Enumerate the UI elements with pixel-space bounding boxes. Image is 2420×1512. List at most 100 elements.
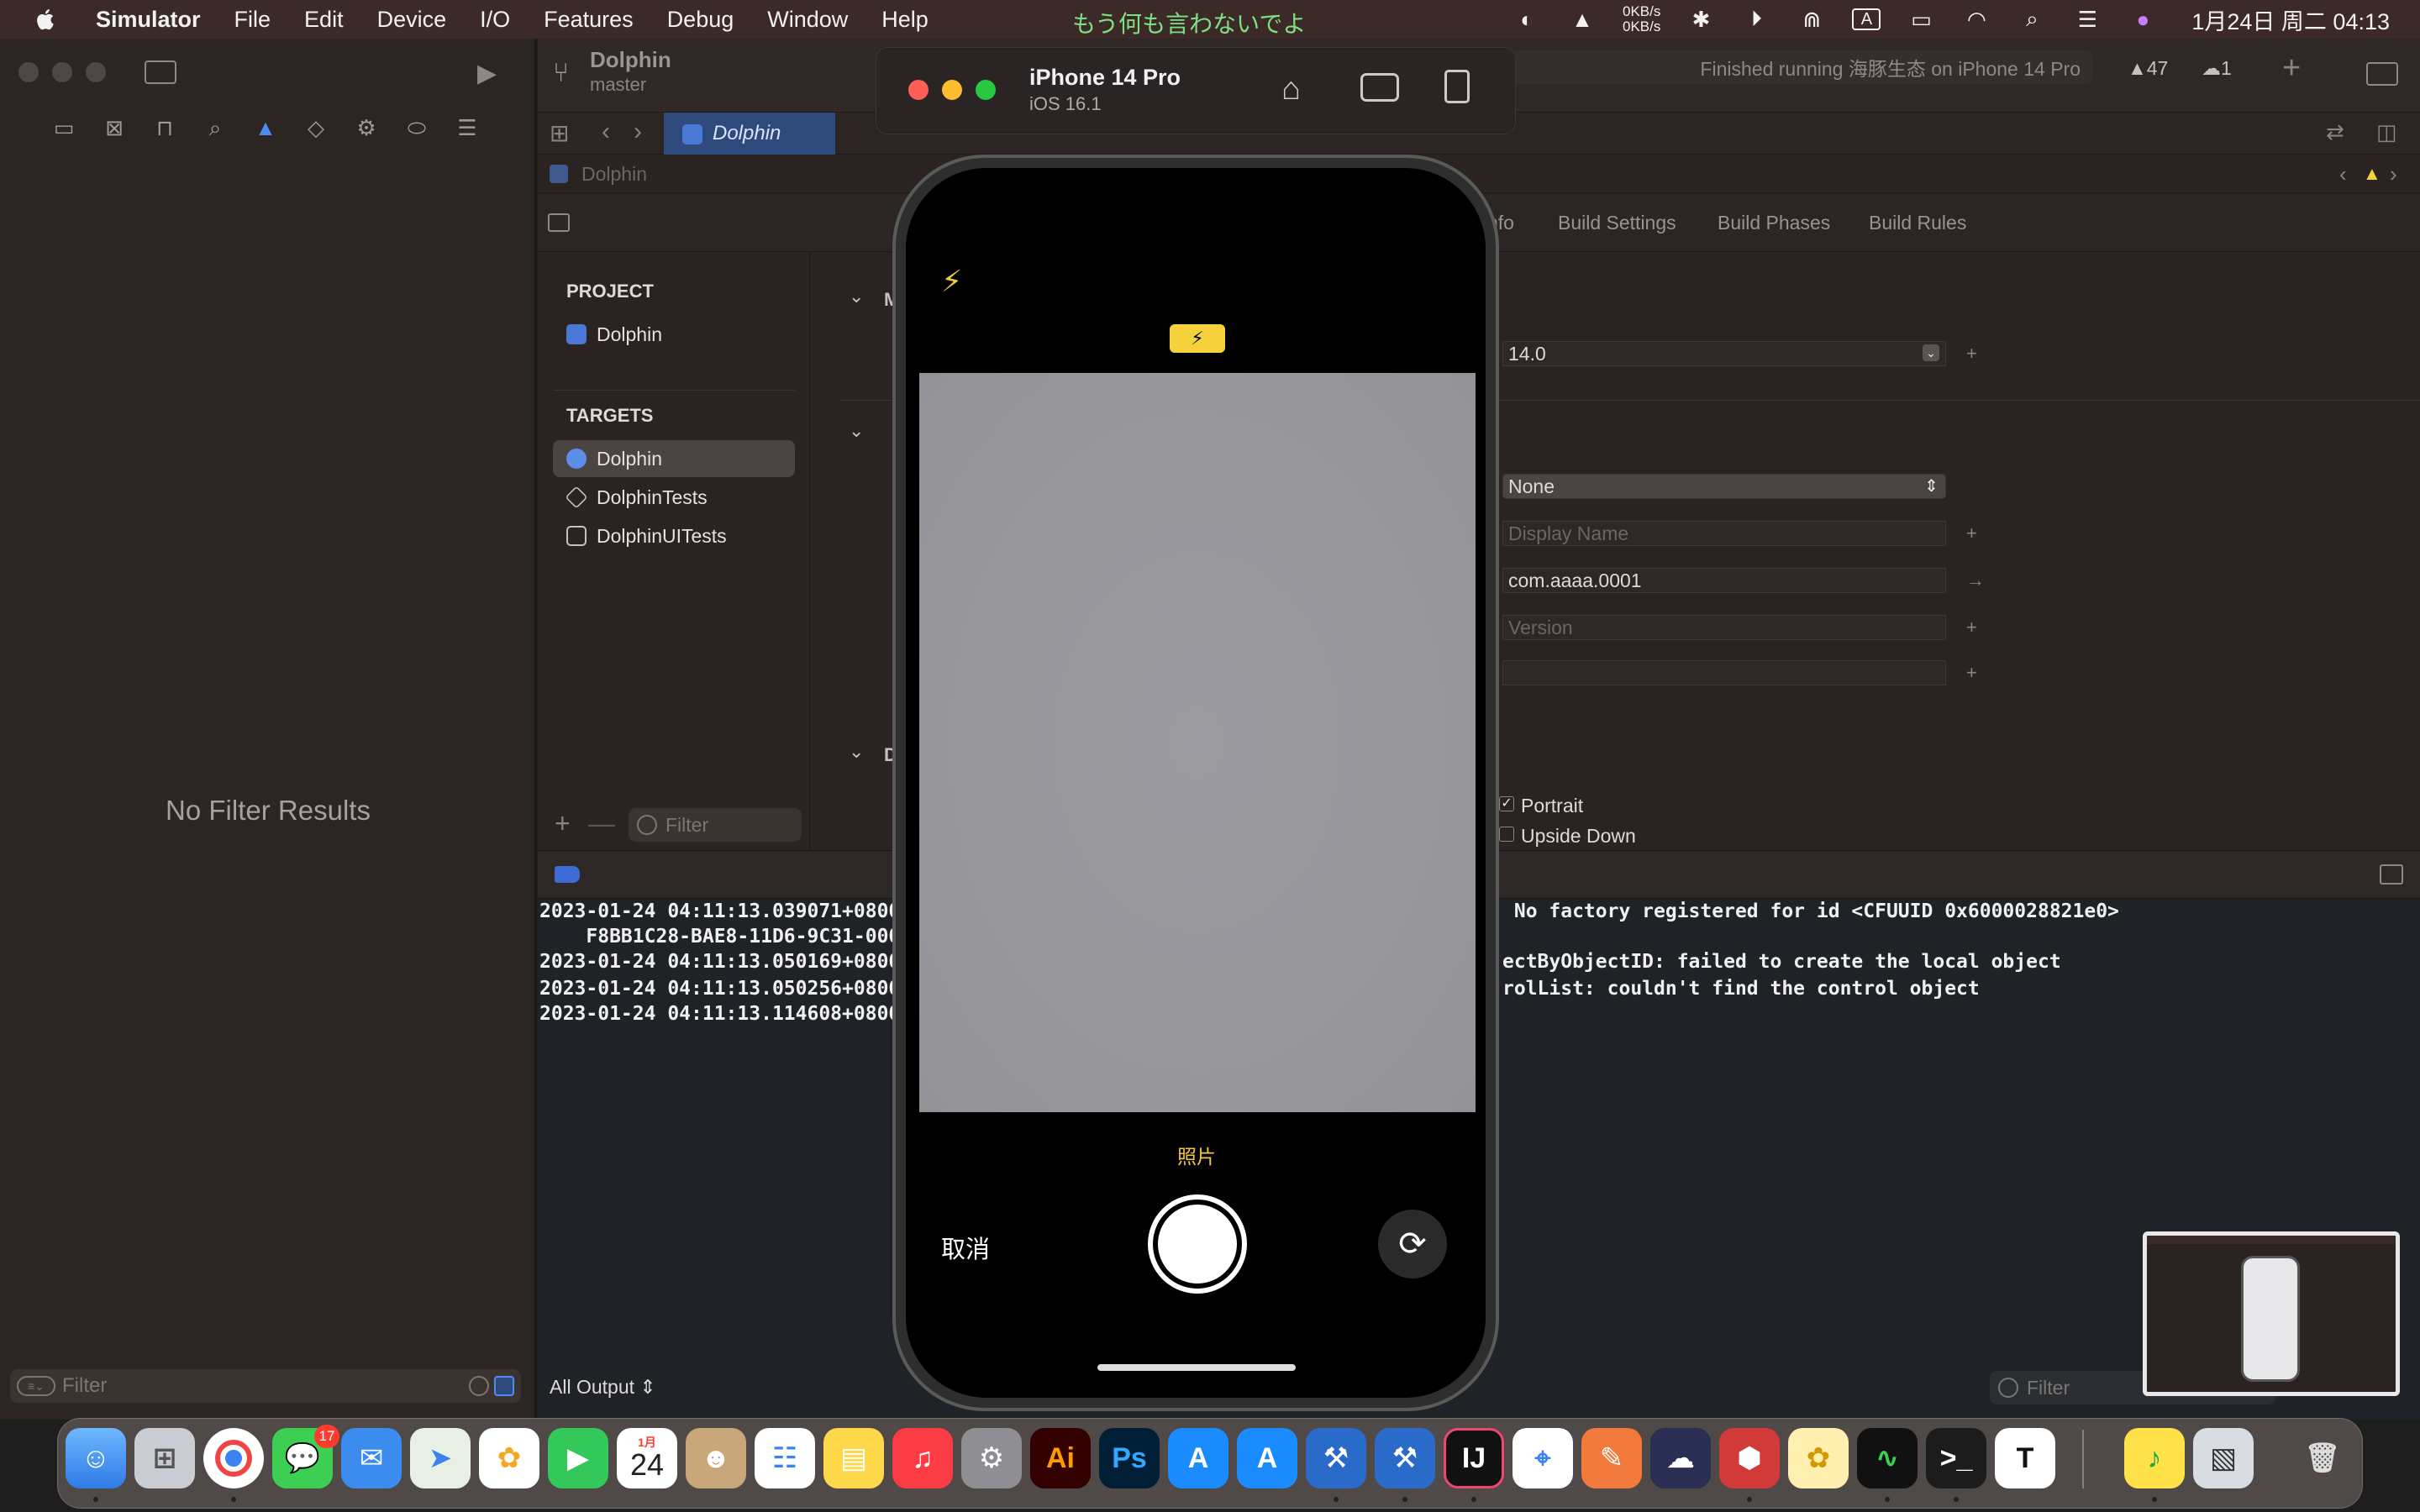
menu-debug[interactable]: Debug	[667, 7, 734, 33]
xcode-instruments-icon[interactable]: A	[1237, 1428, 1297, 1488]
upside-down-checkbox[interactable]	[1499, 827, 1514, 842]
sim-close-button[interactable]	[908, 80, 929, 100]
app-category-select[interactable]: None	[1502, 474, 1946, 499]
add-target-icon[interactable]: +	[555, 808, 571, 839]
symbol-icon[interactable]: ⊓	[153, 116, 176, 139]
cancel-button[interactable]: 取消	[941, 1230, 990, 1265]
display-name-field[interactable]: Display Name	[1502, 521, 1946, 546]
launchpad-icon[interactable]: ⊞	[134, 1428, 195, 1488]
warnings-count[interactable]: ▲47	[2128, 57, 2168, 80]
bundle-identifier-field[interactable]: com.aaaa.0001	[1502, 568, 1946, 593]
home-indicator[interactable]	[1097, 1364, 1296, 1371]
xcode-icon[interactable]: ⚒	[1306, 1428, 1366, 1488]
tab-build-settings[interactable]: Build Settings	[1558, 212, 1676, 234]
folder-icon[interactable]: ▭	[52, 116, 76, 139]
next-issue-icon[interactable]: ›	[2390, 161, 2397, 187]
calendar-icon[interactable]: 1月 24	[617, 1428, 677, 1488]
search-icon[interactable]: ⌕	[2017, 6, 2047, 32]
menu-window[interactable]: Window	[767, 7, 848, 33]
trash-icon[interactable]: 🗑	[2292, 1428, 2353, 1488]
screenshot-thumbnail[interactable]	[2143, 1231, 2400, 1396]
target-dolphin-tests[interactable]: DolphinTests	[553, 479, 795, 516]
grid-icon[interactable]: ⊞	[550, 119, 569, 147]
issues-count[interactable]: ☁1	[2202, 57, 2232, 80]
source-control-icon[interactable]: ⊠	[103, 116, 126, 139]
xcode-red-icon[interactable]: ⬢	[1719, 1428, 1780, 1488]
minimize-window-button[interactable]	[52, 62, 72, 82]
hide-debug-area-icon[interactable]	[2380, 864, 2403, 885]
debug-icon[interactable]: ⚙	[355, 116, 378, 139]
activity-status[interactable]: Finished running 海豚生态 on iPhone 14 Pro	[1512, 50, 2092, 84]
shutter-button-inner[interactable]	[1158, 1205, 1237, 1284]
add-deployment-icon[interactable]: +	[1966, 343, 1977, 365]
mail-icon[interactable]: ✉	[341, 1428, 402, 1488]
simulator-icon[interactable]: ⚒	[1375, 1428, 1435, 1488]
contacts-icon[interactable]: ☻	[686, 1428, 746, 1488]
scheme-name[interactable]: Dolphin	[590, 47, 671, 73]
system-settings-icon[interactable]: ⚙	[961, 1428, 1022, 1488]
dropdown-arrow-icon[interactable]: ⌄	[1923, 344, 1939, 361]
battery-icon[interactable]: ▭	[1906, 7, 1936, 32]
flash-icon[interactable]: ⚡	[941, 264, 962, 299]
apple-icon[interactable]	[34, 7, 59, 32]
deployment-target-select[interactable]: 14.0	[1502, 341, 1946, 366]
tab-dolphin[interactable]: Dolphin	[664, 113, 835, 155]
section-chevron-icon[interactable]: ⌄	[849, 741, 864, 763]
jumpbar-warning-icon[interactable]: ▲	[2363, 163, 2381, 185]
siri-icon[interactable]: ●	[2128, 7, 2158, 32]
split-editor-icon[interactable]: ◫	[2376, 119, 2397, 145]
hide-list-icon[interactable]	[548, 213, 570, 232]
facetime-icon[interactable]: ▶	[548, 1428, 608, 1488]
notes-icon[interactable]: ▤	[823, 1428, 884, 1488]
menu-app-name[interactable]: Simulator	[96, 7, 201, 33]
section-chevron-icon[interactable]: ⌄	[849, 286, 864, 307]
scope-filter-icon[interactable]	[494, 1376, 514, 1396]
recent-filter-icon[interactable]	[469, 1376, 489, 1396]
flip-camera-icon[interactable]: ⟳	[1378, 1210, 1447, 1278]
finder-icon[interactable]: ☺	[66, 1428, 126, 1488]
airpods-icon[interactable]: ⋒	[1797, 7, 1827, 32]
issue-icon[interactable]: ▲	[254, 116, 277, 139]
back-icon[interactable]: ‹	[602, 118, 610, 146]
version-field[interactable]: Version	[1502, 615, 1946, 640]
preview-icon[interactable]: ▧	[2193, 1428, 2254, 1488]
target-dolphin[interactable]: Dolphin	[553, 440, 795, 477]
add-version-icon[interactable]: +	[1966, 617, 1977, 638]
typora-icon[interactable]: T	[1995, 1428, 2055, 1488]
intellij-icon[interactable]: IJ	[1444, 1428, 1504, 1488]
input-method-icon[interactable]: A	[1852, 8, 1881, 30]
output-selector[interactable]: All Output ⇕	[550, 1376, 656, 1399]
reminders-icon[interactable]: ☷	[755, 1428, 815, 1488]
tab-build-phases[interactable]: Build Phases	[1718, 212, 1830, 234]
test-icon[interactable]: ◇	[304, 116, 328, 139]
forward-icon[interactable]: ›	[634, 118, 642, 146]
photoshop-icon[interactable]: Ps	[1099, 1428, 1160, 1488]
wifi-icon[interactable]: ◠	[1961, 7, 1991, 32]
network-speed[interactable]: 0KB/s 0KB/s	[1623, 4, 1660, 34]
home-icon[interactable]: ⌂	[1281, 71, 1301, 108]
camera-viewfinder[interactable]	[919, 373, 1476, 1112]
build-field[interactable]	[1502, 660, 1946, 685]
music-icon[interactable]: ♫	[892, 1428, 953, 1488]
find-icon[interactable]: ⌕	[203, 116, 227, 139]
maps-pin-icon[interactable]: ⌖	[1512, 1428, 1573, 1488]
screenshot-icon[interactable]	[1360, 73, 1399, 102]
illustrator-icon[interactable]: Ai	[1030, 1428, 1091, 1488]
photos-icon[interactable]: ✿	[479, 1428, 539, 1488]
sim-zoom-button[interactable]	[976, 80, 996, 100]
menu-file[interactable]: File	[234, 7, 271, 33]
remove-target-icon[interactable]: —	[588, 808, 615, 839]
jumpbar-item[interactable]: Dolphin	[581, 163, 647, 186]
pencil-app-icon[interactable]: ✎	[1581, 1428, 1642, 1488]
go-arrow-icon[interactable]: →	[1966, 570, 1985, 591]
tab-build-rules[interactable]: Build Rules	[1869, 212, 1966, 234]
add-icon[interactable]: +	[2282, 50, 2301, 87]
sim-minimize-button[interactable]	[942, 80, 962, 100]
bluetooth-icon[interactable]: ✱	[1686, 7, 1716, 32]
camera-mode-photo[interactable]: 照片	[1163, 1141, 1230, 1169]
breakpoint-icon[interactable]: ⬭	[405, 116, 429, 139]
menu-device[interactable]: Device	[377, 7, 447, 33]
navigator-filter-input[interactable]: ≡⌄ Filter	[10, 1369, 521, 1403]
swap-icon[interactable]: ⇄	[2326, 119, 2344, 145]
menu-edit[interactable]: Edit	[304, 7, 344, 33]
